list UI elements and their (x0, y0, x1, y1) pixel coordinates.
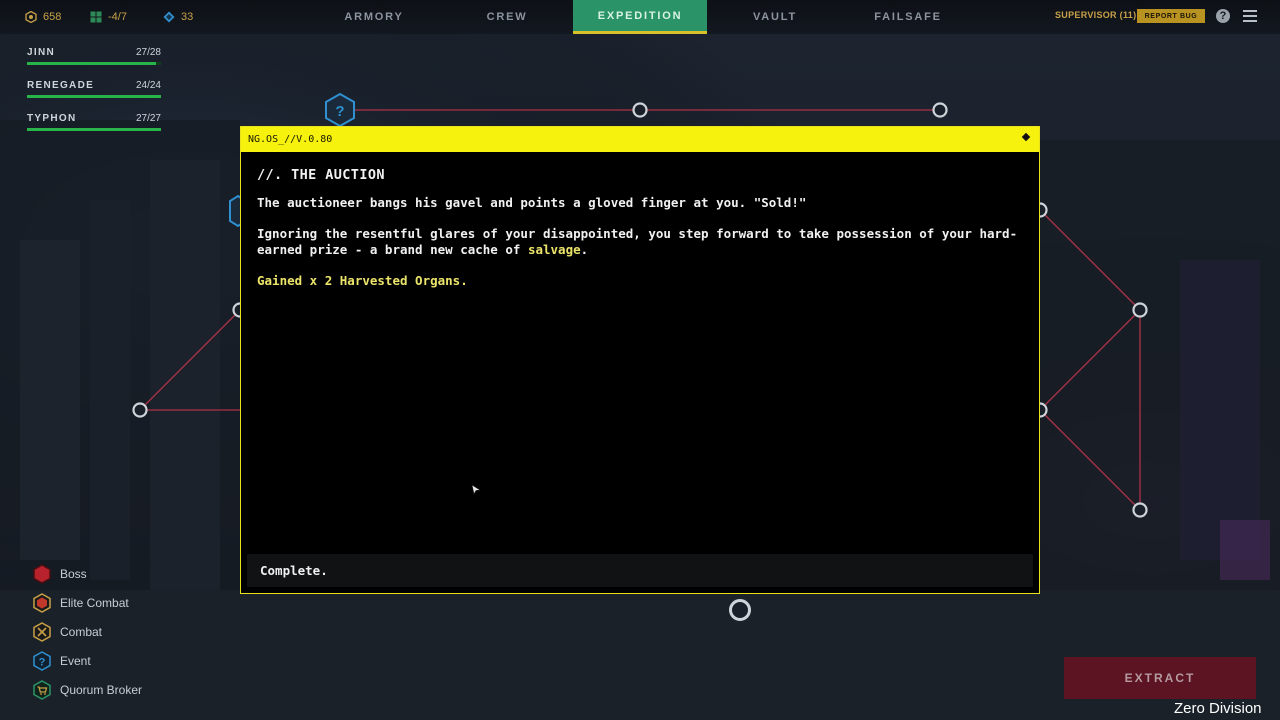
svg-text:?: ? (39, 657, 46, 669)
resource-crystal-value: 33 (181, 11, 194, 23)
watermark: Zero Division (1174, 700, 1262, 717)
paragraph-text-end: . (580, 242, 589, 257)
resource-currency: 658 (25, 9, 61, 25)
complete-button[interactable]: Complete. (247, 554, 1033, 587)
top-bar: 658 -4/7 33 ARMORY CREW EXPEDITION VAULT… (0, 0, 1280, 34)
crew-name: RENEGADE (27, 80, 95, 91)
event-title: //. THE AUCTION (257, 167, 385, 183)
tab-vault[interactable]: VAULT (740, 0, 810, 34)
resource-crystal: 33 (163, 9, 193, 25)
extract-button[interactable]: EXTRACT (1064, 657, 1256, 699)
mouse-cursor-icon (471, 484, 481, 495)
legend-elite-combat: Elite Combat (32, 593, 129, 613)
crew-health-bar (27, 128, 161, 131)
svg-text:?: ? (335, 103, 344, 120)
report-bug-button[interactable]: REPORT BUG (1137, 9, 1205, 23)
event-dialog: NG.OS_//V.0.80 //. THE AUCTION The aucti… (240, 126, 1040, 594)
crossed-swords-icon (33, 622, 51, 642)
hamburger-menu-icon[interactable] (1243, 10, 1257, 22)
crew-hp: 27/27 (135, 113, 161, 124)
paragraph-text: Ignoring the resentful glares of your di… (257, 226, 1018, 257)
event-paragraph-1: The auctioneer bangs his gavel and point… (257, 195, 807, 210)
crew-member-renegade[interactable]: RENEGADE 24/24 (27, 80, 161, 98)
legend-boss: Boss (32, 564, 87, 584)
elite-combat-hex-icon (33, 593, 51, 613)
crew-member-typhon[interactable]: TYPHON 27/27 (27, 113, 161, 131)
legend-label: Elite Combat (60, 596, 129, 610)
crew-name: JINN (27, 47, 55, 58)
resource-grid-value: -4/7 (108, 11, 127, 23)
event-paragraph-2: Ignoring the resentful glares of your di… (257, 226, 1027, 258)
gear-coin-icon (25, 11, 37, 23)
legend-label: Event (60, 654, 91, 668)
crew-health-bar (27, 95, 161, 98)
legend-label: Quorum Broker (60, 683, 143, 697)
crystal-icon (163, 11, 175, 23)
crew-hp: 24/24 (135, 80, 161, 91)
tab-failsafe[interactable]: FAILSAFE (866, 0, 950, 34)
legend-combat: Combat (32, 622, 102, 642)
tab-expedition[interactable]: EXPEDITION (573, 0, 707, 34)
grid-icon (90, 11, 102, 23)
crew-hp: 27/28 (135, 47, 161, 58)
cart-icon (33, 680, 51, 700)
crew-name: TYPHON (27, 113, 77, 124)
legend-label: Combat (60, 625, 103, 639)
legend-event: ? Event (32, 651, 91, 671)
resource-grid: -4/7 (90, 9, 127, 25)
help-icon[interactable]: ? (1216, 9, 1230, 23)
question-hex-icon: ? (33, 651, 51, 671)
dialog-body: //. THE AUCTION The auctioneer bangs his… (257, 167, 1027, 289)
legend-label: Boss (60, 567, 87, 581)
boss-hex-icon (33, 564, 51, 584)
crew-member-jinn[interactable]: JINN 27/28 (27, 47, 161, 65)
supervisor-level[interactable]: SUPERVISOR (11) (1055, 10, 1136, 20)
reward-text: Gained x 2 Harvested Organs. (257, 273, 468, 288)
tab-crew[interactable]: CREW (472, 0, 542, 34)
diamond-icon (1021, 132, 1031, 142)
dialog-title: NG.OS_//V.0.80 (248, 134, 333, 145)
crew-health-bar (27, 62, 161, 65)
salvage-highlight: salvage (527, 242, 581, 257)
resource-currency-value: 658 (43, 11, 62, 23)
legend-quorum-broker: Quorum Broker (32, 680, 142, 700)
tab-armory[interactable]: ARMORY (334, 0, 414, 34)
dialog-titlebar: NG.OS_//V.0.80 (241, 127, 1039, 152)
